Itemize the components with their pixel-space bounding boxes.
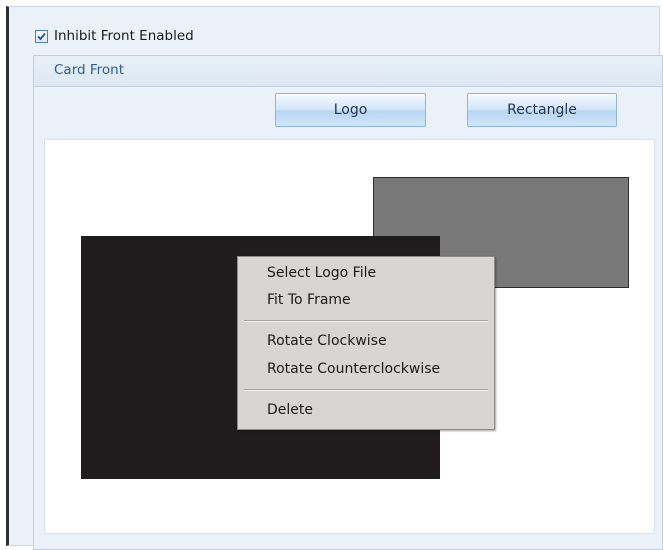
inhibit-front-label: Inhibit Front Enabled [54,28,194,44]
logo-button[interactable]: Logo [275,93,426,127]
checkmark-icon [37,32,46,40]
context-menu: Select Logo File Fit To Frame Rotate Clo… [237,256,495,430]
menu-item-select-logo-file[interactable]: Select Logo File [267,265,376,281]
inhibit-front-toggle[interactable]: Inhibit Front Enabled [35,25,194,47]
card-front-title: Card Front [54,62,125,78]
menu-item-fit-to-frame[interactable]: Fit To Frame [267,292,351,308]
card-front-header: Card Front [34,56,662,87]
menu-item-rotate-clockwise[interactable]: Rotate Clockwise [267,333,387,349]
menu-item-rotate-counterclockwise[interactable]: Rotate Counterclockwise [267,361,440,377]
menu-separator [244,389,488,391]
menu-separator [244,320,488,322]
menu-item-delete[interactable]: Delete [267,402,313,418]
rectangle-button[interactable]: Rectangle [467,93,617,127]
inhibit-front-checkbox[interactable] [35,29,48,43]
